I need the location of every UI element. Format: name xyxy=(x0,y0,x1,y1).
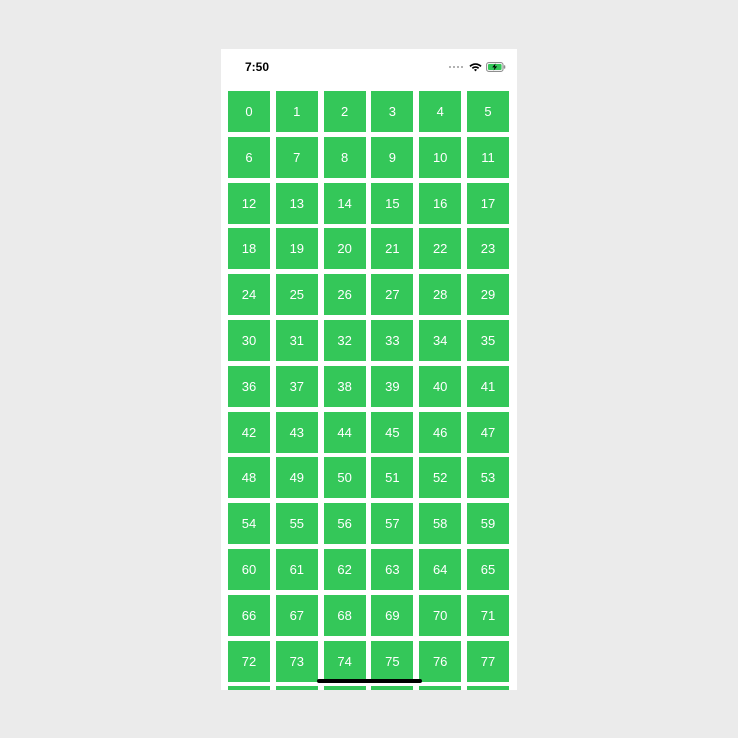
grid-cell[interactable]: 7 xyxy=(275,136,318,178)
number-grid: 0 1 2 3 4 5 6 7 8 9 10 11 12 13 14 15 16 17 18 19 20 21 22 23 24… xyxy=(228,91,509,690)
grid-cell[interactable]: 51 xyxy=(371,457,414,499)
grid-cell[interactable]: 18 xyxy=(228,228,270,270)
grid-cell[interactable]: 20 xyxy=(323,228,366,270)
grid-cell[interactable]: 43 xyxy=(275,411,318,453)
grid-cell[interactable]: 11 xyxy=(466,136,509,178)
grid-cell[interactable]: 47 xyxy=(466,411,509,453)
grid-cell[interactable]: 3 xyxy=(371,91,414,132)
grid-cell[interactable]: 28 xyxy=(419,274,462,316)
grid-cell[interactable]: 30 xyxy=(228,319,270,361)
grid-cell[interactable]: 35 xyxy=(466,319,509,361)
grid-cell[interactable]: 40 xyxy=(419,365,462,407)
grid-cell[interactable]: 24 xyxy=(228,274,270,316)
grid-cell[interactable]: 13 xyxy=(275,182,318,224)
grid-cell[interactable]: 49 xyxy=(275,457,318,499)
grid-cell[interactable]: 22 xyxy=(419,228,462,270)
grid-cell[interactable]: 82 xyxy=(419,686,462,690)
status-icons xyxy=(449,62,506,72)
grid-cell[interactable]: 57 xyxy=(371,503,414,545)
grid-cell[interactable]: 65 xyxy=(466,548,509,590)
phone-screen: 7:50 0 1 2 3 4 5 6 7 8 9 10 11 12 13 14 15 16 17 18 19 20 21 2… xyxy=(221,49,517,690)
grid-cell[interactable]: 23 xyxy=(466,228,509,270)
grid-cell[interactable]: 56 xyxy=(323,503,366,545)
grid-cell[interactable]: 29 xyxy=(466,274,509,316)
grid-cell[interactable]: 63 xyxy=(371,548,414,590)
grid-cell[interactable]: 39 xyxy=(371,365,414,407)
grid-cell[interactable]: 46 xyxy=(419,411,462,453)
grid-cell[interactable]: 37 xyxy=(275,365,318,407)
grid-cell[interactable]: 14 xyxy=(323,182,366,224)
grid-cell[interactable]: 41 xyxy=(466,365,509,407)
grid-cell[interactable]: 77 xyxy=(466,640,509,682)
grid-cell[interactable]: 27 xyxy=(371,274,414,316)
grid-cell[interactable]: 73 xyxy=(275,640,318,682)
grid-cell[interactable]: 48 xyxy=(228,457,270,499)
grid-cell[interactable]: 1 xyxy=(275,91,318,132)
grid-cell[interactable]: 76 xyxy=(419,640,462,682)
grid-cell[interactable]: 55 xyxy=(275,503,318,545)
grid-cell[interactable]: 64 xyxy=(419,548,462,590)
grid-cell[interactable]: 31 xyxy=(275,319,318,361)
battery-charging-icon xyxy=(486,62,506,72)
wifi-icon xyxy=(469,63,482,72)
grid-cell[interactable]: 80 xyxy=(323,686,366,690)
grid-cell[interactable]: 58 xyxy=(419,503,462,545)
grid-cell[interactable]: 2 xyxy=(323,91,366,132)
grid-cell[interactable]: 42 xyxy=(228,411,270,453)
grid-cell[interactable]: 4 xyxy=(419,91,462,132)
grid-cell[interactable]: 26 xyxy=(323,274,366,316)
grid-cell[interactable]: 52 xyxy=(419,457,462,499)
grid-cell[interactable]: 62 xyxy=(323,548,366,590)
grid-cell[interactable]: 12 xyxy=(228,182,270,224)
grid-cell[interactable]: 70 xyxy=(419,594,462,636)
grid-cell[interactable]: 25 xyxy=(275,274,318,316)
status-time: 7:50 xyxy=(245,60,270,74)
grid-cell[interactable]: 81 xyxy=(371,686,414,690)
cellular-signal-icon xyxy=(449,66,463,68)
grid-cell[interactable]: 79 xyxy=(275,686,318,690)
grid-cell[interactable]: 60 xyxy=(228,548,270,590)
grid-cell[interactable]: 50 xyxy=(323,457,366,499)
grid-cell[interactable]: 6 xyxy=(228,136,270,178)
grid-cell[interactable]: 69 xyxy=(371,594,414,636)
grid-cell[interactable]: 75 xyxy=(371,640,414,682)
grid-cell[interactable]: 66 xyxy=(228,594,270,636)
grid-cell[interactable]: 19 xyxy=(275,228,318,270)
grid-cell[interactable]: 53 xyxy=(466,457,509,499)
grid-cell[interactable]: 38 xyxy=(323,365,366,407)
grid-cell[interactable]: 54 xyxy=(228,503,270,545)
grid-cell[interactable]: 74 xyxy=(323,640,366,682)
grid-cell[interactable]: 9 xyxy=(371,136,414,178)
grid-cell[interactable]: 83 xyxy=(466,686,509,690)
grid-cell[interactable]: 36 xyxy=(228,365,270,407)
grid-cell[interactable]: 21 xyxy=(371,228,414,270)
grid-cell[interactable]: 59 xyxy=(466,503,509,545)
grid-cell[interactable]: 0 xyxy=(228,91,270,132)
grid-cell[interactable]: 33 xyxy=(371,319,414,361)
grid-cell[interactable]: 68 xyxy=(323,594,366,636)
grid-cell[interactable]: 10 xyxy=(419,136,462,178)
grid-cell[interactable]: 34 xyxy=(419,319,462,361)
grid-cell[interactable]: 17 xyxy=(466,182,509,224)
grid-cell[interactable]: 16 xyxy=(419,182,462,224)
status-bar: 7:50 xyxy=(221,49,517,89)
home-indicator[interactable] xyxy=(317,679,422,683)
grid-cell[interactable]: 5 xyxy=(466,91,509,132)
grid-cell[interactable]: 67 xyxy=(275,594,318,636)
grid-cell[interactable]: 15 xyxy=(371,182,414,224)
grid-cell[interactable]: 8 xyxy=(323,136,366,178)
grid-cell[interactable]: 71 xyxy=(466,594,509,636)
grid-cell[interactable]: 61 xyxy=(275,548,318,590)
grid-cell[interactable]: 32 xyxy=(323,319,366,361)
grid-cell[interactable]: 44 xyxy=(323,411,366,453)
grid-cell[interactable]: 45 xyxy=(371,411,414,453)
grid-cell[interactable]: 78 xyxy=(228,686,270,690)
grid-cell[interactable]: 72 xyxy=(228,640,270,682)
